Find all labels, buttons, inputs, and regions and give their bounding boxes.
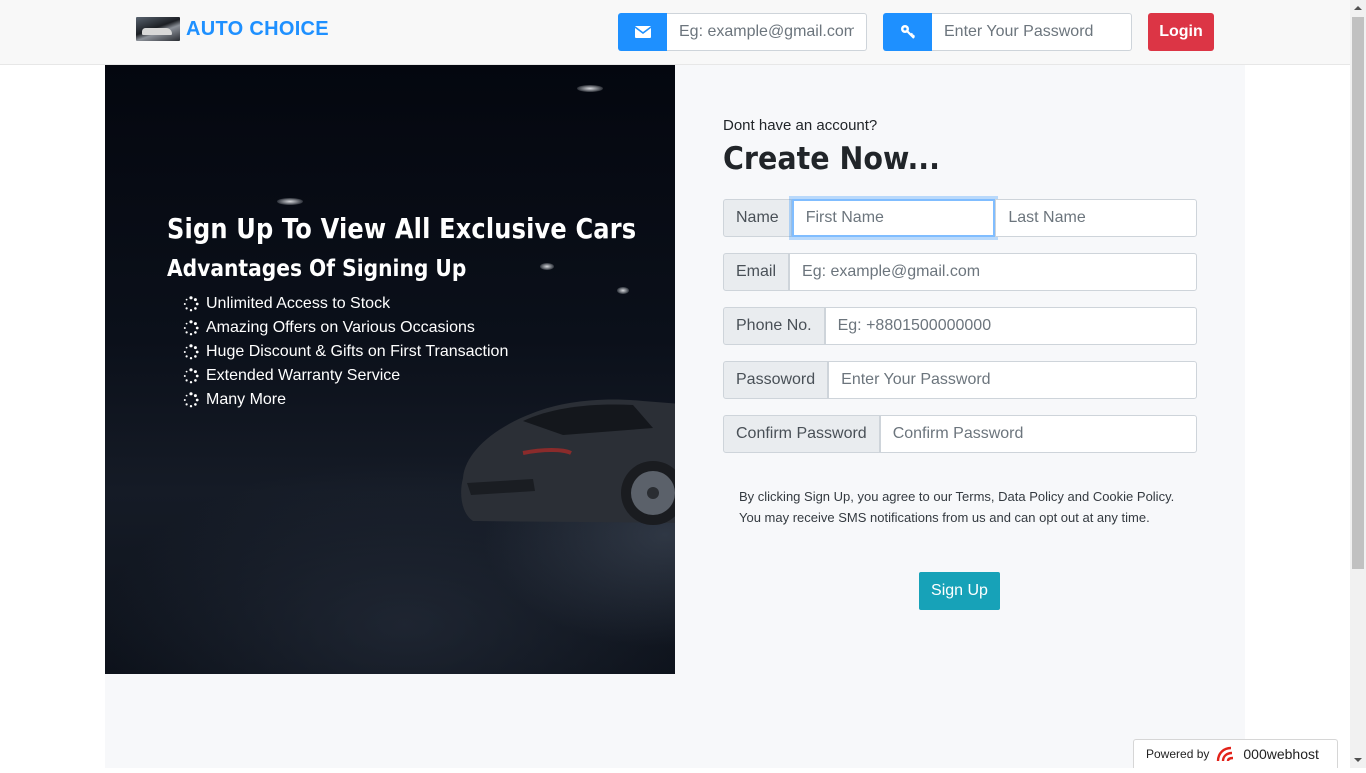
first-name-field[interactable] bbox=[791, 199, 996, 237]
brand-logo-car-image bbox=[136, 17, 180, 41]
envelope-icon bbox=[618, 13, 667, 51]
last-name-field[interactable] bbox=[995, 199, 1197, 237]
scroll-up-arrow-icon[interactable] bbox=[1350, 0, 1366, 16]
account-question: Dont have an account? bbox=[723, 117, 878, 134]
login-password-input[interactable] bbox=[932, 13, 1132, 51]
name-label: Name bbox=[723, 199, 792, 237]
confirm-password-label: Confirm Password bbox=[723, 415, 880, 453]
password-field[interactable] bbox=[828, 361, 1197, 399]
webhost-logo-icon bbox=[1217, 746, 1234, 762]
password-label: Passoword bbox=[723, 361, 829, 399]
list-item: Many More bbox=[183, 388, 508, 412]
advantage-text: Amazing Offers on Various Occasions bbox=[206, 319, 475, 336]
phone-label: Phone No. bbox=[723, 307, 825, 345]
page-title: Create Now... bbox=[723, 141, 940, 177]
advantage-text: Huge Discount & Gifts on First Transacti… bbox=[206, 343, 509, 360]
advantage-text: Unlimited Access to Stock bbox=[206, 295, 391, 312]
login-password-group bbox=[883, 13, 1132, 51]
confirm-password-row: Confirm Password bbox=[723, 415, 1197, 453]
phone-row: Phone No. bbox=[723, 307, 1197, 345]
policy-text: By clicking Sign Up, you agree to our Te… bbox=[739, 489, 1175, 525]
page-scrollbar[interactable] bbox=[1350, 0, 1366, 768]
scroll-down-arrow-icon[interactable] bbox=[1350, 752, 1366, 768]
key-icon bbox=[883, 13, 932, 51]
spinner-icon bbox=[183, 320, 199, 336]
spinner-icon bbox=[183, 344, 199, 360]
hero-title: Sign Up To View All Exclusive Cars bbox=[167, 212, 637, 245]
email-field[interactable] bbox=[789, 253, 1197, 291]
advantage-text: Extended Warranty Service bbox=[206, 367, 401, 384]
ceiling-light bbox=[577, 85, 603, 92]
login-email-input[interactable] bbox=[667, 13, 867, 51]
sign-up-button[interactable]: Sign Up bbox=[919, 572, 1000, 610]
spinner-icon bbox=[183, 296, 199, 312]
top-navbar: AUTO CHOICE Login bbox=[0, 0, 1350, 65]
spinner-icon bbox=[183, 392, 199, 408]
login-email-group bbox=[618, 13, 867, 51]
webhost-name: 000webhost bbox=[1243, 746, 1319, 762]
ceiling-light bbox=[277, 198, 303, 205]
list-item: Extended Warranty Service bbox=[183, 364, 508, 388]
list-item: Huge Discount & Gifts on First Transacti… bbox=[183, 340, 508, 364]
advantage-text: Many More bbox=[206, 391, 287, 408]
email-row: Email bbox=[723, 253, 1197, 291]
phone-field[interactable] bbox=[824, 307, 1197, 345]
brand[interactable]: AUTO CHOICE bbox=[136, 17, 329, 41]
hero-subtitle: Advantages Of Signing Up bbox=[167, 256, 467, 282]
ceiling-light bbox=[540, 263, 554, 270]
advantages-list: Unlimited Access to Stock Amazing Offers… bbox=[183, 292, 508, 412]
hero-car-image-panel: Sign Up To View All Exclusive Cars Advan… bbox=[105, 65, 675, 674]
signup-heading-block: Dont have an account? Create Now... bbox=[723, 115, 1197, 179]
list-item: Unlimited Access to Stock bbox=[183, 292, 508, 316]
ceiling-light bbox=[617, 287, 629, 294]
name-row: Name bbox=[723, 199, 1197, 237]
list-item: Amazing Offers on Various Occasions bbox=[183, 316, 508, 340]
password-row: Passoword bbox=[723, 361, 1197, 399]
powered-by-text: Powered by bbox=[1146, 747, 1210, 761]
confirm-password-field[interactable] bbox=[879, 415, 1197, 453]
scroll-thumb[interactable] bbox=[1352, 17, 1364, 569]
login-button[interactable]: Login bbox=[1148, 13, 1214, 51]
brand-name: AUTO CHOICE bbox=[186, 17, 329, 40]
email-label: Email bbox=[723, 253, 790, 291]
powered-by-badge[interactable]: Powered by 000webhost bbox=[1133, 739, 1338, 768]
spinner-icon bbox=[183, 368, 199, 384]
